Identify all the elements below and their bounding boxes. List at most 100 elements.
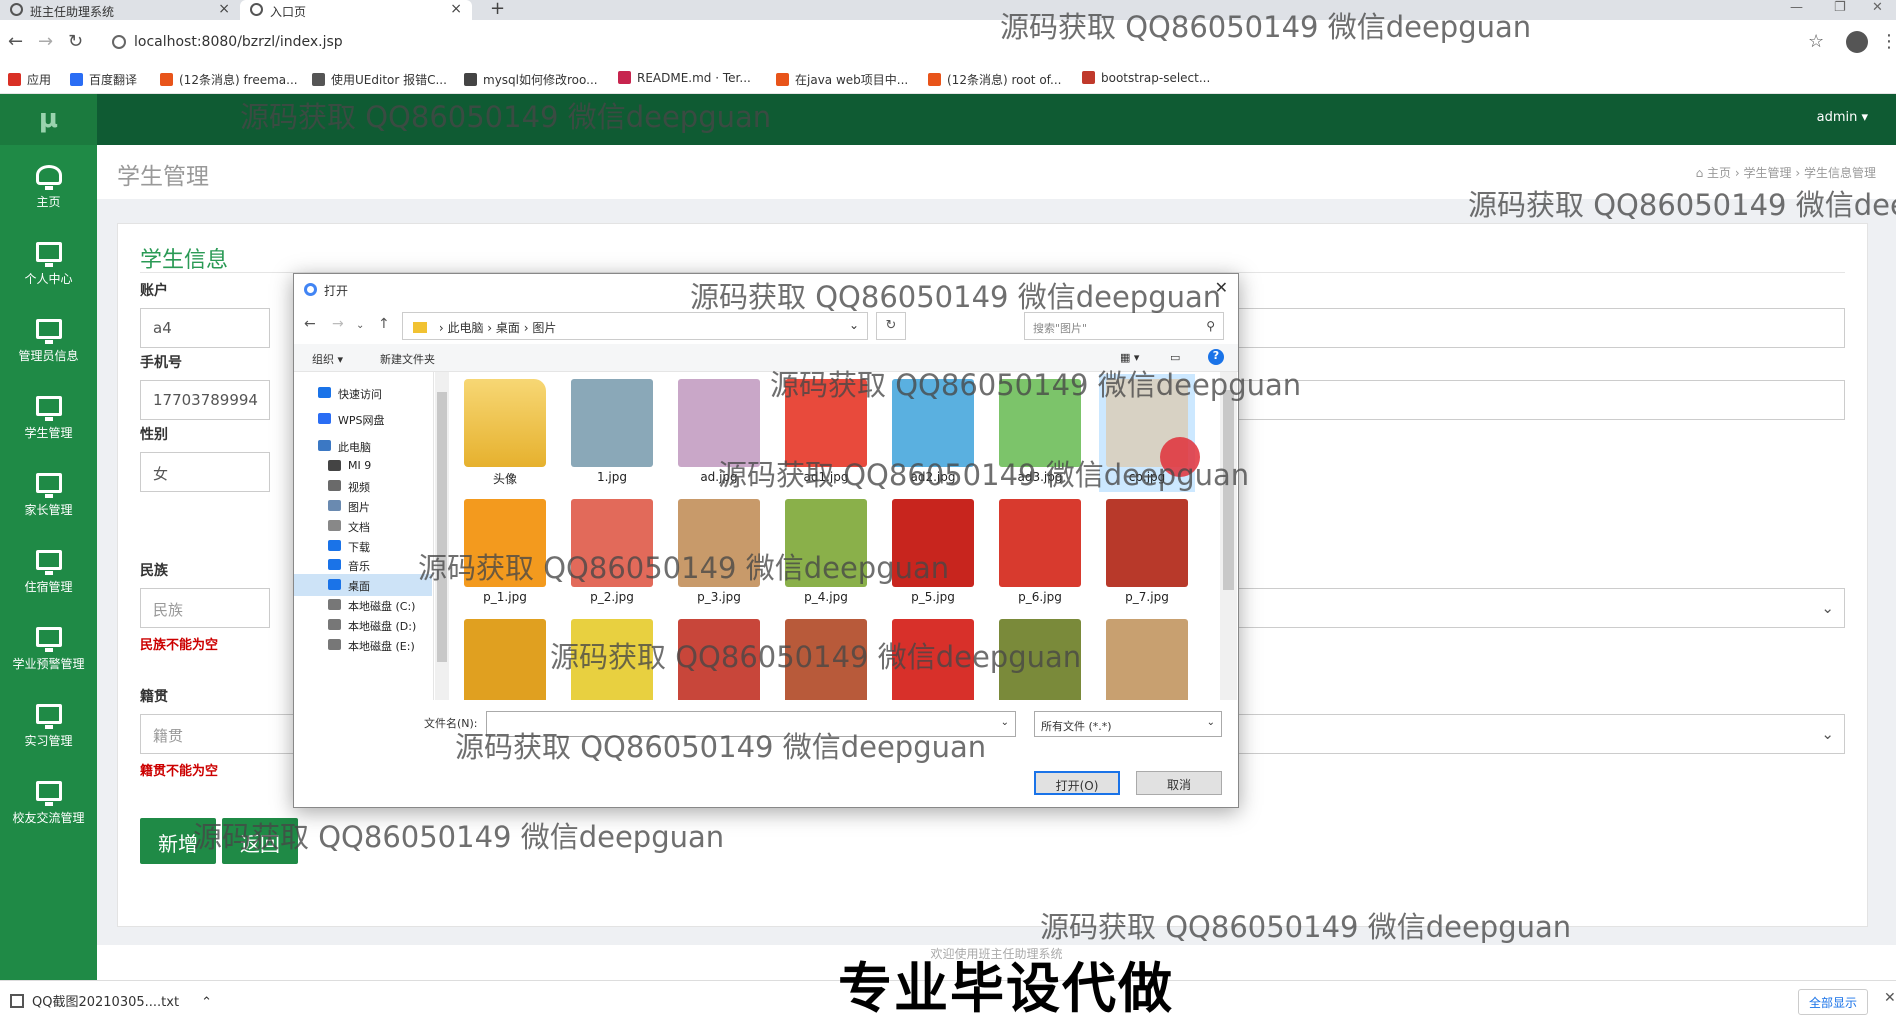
new-tab-button[interactable]: + <box>490 0 505 19</box>
bookmark-item[interactable]: README.md · Ter... <box>618 71 751 85</box>
file-item[interactable]: p_3.jpg <box>671 494 767 612</box>
sidebar-item[interactable]: 学生管理 <box>0 386 97 462</box>
sidebar-item[interactable]: 住宿管理 <box>0 540 97 616</box>
password-field[interactable] <box>1238 308 1845 348</box>
filetype-select[interactable]: 所有文件 (*.*) ⌄ <box>1034 711 1222 737</box>
bookmark-star-icon[interactable]: ☆ <box>1808 31 1824 52</box>
file-item[interactable] <box>885 614 981 700</box>
file-item[interactable]: ad3.jpg <box>992 374 1088 492</box>
back-icon[interactable]: ← <box>304 316 316 332</box>
tree-item[interactable]: MI 9 <box>294 455 432 477</box>
sidebar-item[interactable]: 主页 <box>0 155 97 231</box>
file-item[interactable]: ad1.jpg <box>778 374 874 492</box>
file-item[interactable]: p_4.jpg <box>778 494 874 612</box>
refresh-button[interactable]: ↻ <box>876 312 906 340</box>
close-icon[interactable]: ✕ <box>1215 278 1228 297</box>
sidebar-item[interactable]: 校友交流管理 <box>0 771 97 847</box>
file-item[interactable]: p_7.jpg <box>1099 494 1195 612</box>
file-item[interactable] <box>564 614 660 700</box>
sidebar-item[interactable]: 学业预警管理 <box>0 617 97 693</box>
tree-item[interactable]: 音乐 <box>294 554 432 576</box>
path-box[interactable]: › 此电脑 › 桌面 › 图片 ⌄ <box>402 312 868 340</box>
file-item[interactable]: p_1.jpg <box>457 494 553 612</box>
file-item[interactable]: 1.jpg <box>564 374 660 492</box>
help-icon[interactable]: ? <box>1208 349 1224 365</box>
filename-input[interactable]: ⌄ <box>486 711 1016 737</box>
bookmark-item[interactable]: (12条消息) freema... <box>160 71 298 88</box>
account-avatar-icon[interactable] <box>1846 31 1868 53</box>
tree-item[interactable]: 桌面 <box>294 574 432 596</box>
scrollbar-thumb[interactable] <box>437 392 447 662</box>
tab-class-assistant[interactable]: 班主任助理系统 × <box>0 0 240 20</box>
add-button[interactable]: 新增 <box>140 818 216 864</box>
organize-button[interactable]: 组织 ▾ <box>312 351 343 367</box>
close-icon[interactable]: × <box>218 1 230 17</box>
breadcrumb-students[interactable]: 学生管理 <box>1744 166 1792 180</box>
tree-item[interactable]: 图片 <box>294 495 432 517</box>
account-field[interactable]: a4 <box>140 308 270 348</box>
back-icon[interactable]: ← <box>8 31 23 52</box>
back-button[interactable]: 返回 <box>222 818 298 864</box>
name-field[interactable] <box>1238 380 1845 420</box>
restore-icon[interactable]: ❐ <box>1834 0 1846 15</box>
tree-item[interactable]: 本地磁盘 (C:) <box>294 594 432 616</box>
tree-item[interactable]: WPS网盘 <box>294 408 432 430</box>
url-field[interactable]: localhost:8080/bzrzl/index.jsp <box>100 27 1830 59</box>
file-item[interactable]: p_5.jpg <box>885 494 981 612</box>
folder-item[interactable]: 头像 <box>457 374 553 492</box>
forward-icon[interactable]: → <box>332 316 344 332</box>
chevron-down-icon[interactable]: ⌄ <box>1001 717 1009 728</box>
path-this-pc[interactable]: 此电脑 <box>447 321 483 335</box>
tree-item[interactable]: 快速访问 <box>294 382 432 404</box>
admin-menu[interactable]: admin ▾ <box>1817 110 1868 125</box>
file-item[interactable] <box>1099 614 1195 700</box>
search-input[interactable]: 搜索"图片" ⚲ <box>1024 312 1224 340</box>
tree-item[interactable]: 此电脑 <box>294 435 432 457</box>
close-icon[interactable]: × <box>450 1 462 17</box>
file-item[interactable] <box>457 614 553 700</box>
tree-scrollbar[interactable] <box>435 372 449 700</box>
bookmark-item[interactable]: mysql如何修改roo... <box>464 71 598 88</box>
file-item[interactable]: p_6.jpg <box>992 494 1088 612</box>
bookmark-item[interactable]: 在java web项目中... <box>776 71 908 88</box>
menu-dots-icon[interactable]: ⋮ <box>1880 31 1896 52</box>
close-window-icon[interactable]: ✕ <box>1872 0 1883 15</box>
chevron-down-icon[interactable]: ⌄ <box>849 318 859 332</box>
bookmark-item[interactable]: 百度翻译 <box>70 71 137 88</box>
tree-item[interactable]: 文档 <box>294 515 432 537</box>
close-icon[interactable]: ✕ <box>1884 990 1896 1006</box>
file-item[interactable]: p_2.jpg <box>564 494 660 612</box>
bookmark-item[interactable]: 使用UEditor 报错C... <box>312 71 447 88</box>
tree-item[interactable]: 本地磁盘 (D:) <box>294 614 432 636</box>
tab-entry-page[interactable]: 入口页 × <box>240 0 472 20</box>
path-desktop[interactable]: 桌面 <box>496 321 520 335</box>
sidebar-item[interactable]: 实习管理 <box>0 694 97 770</box>
up-icon[interactable]: ↑ <box>378 316 390 332</box>
grid-scrollbar[interactable] <box>1220 372 1237 700</box>
phone-field[interactable]: 17703789994 <box>140 380 270 420</box>
reload-icon[interactable]: ↻ <box>68 31 83 52</box>
tree-item[interactable]: 本地磁盘 (E:) <box>294 634 432 656</box>
gender-select[interactable]: 女 <box>140 452 270 492</box>
bookmark-item[interactable]: (12条消息) root of... <box>928 71 1061 88</box>
new-folder-button[interactable]: 新建文件夹 <box>380 351 435 367</box>
chevron-down-icon[interactable]: ⌄ <box>356 320 364 331</box>
open-button[interactable]: 打开(O) <box>1034 771 1120 795</box>
file-item[interactable] <box>671 614 767 700</box>
info-icon[interactable] <box>112 35 126 49</box>
bookmark-item[interactable]: bootstrap-select... <box>1082 71 1210 85</box>
file-item[interactable] <box>778 614 874 700</box>
sidebar-item[interactable]: 个人中心 <box>0 232 97 308</box>
forward-icon[interactable]: → <box>38 31 53 52</box>
chevron-up-icon[interactable]: ⌃ <box>201 995 212 1010</box>
cancel-button[interactable]: 取消 <box>1136 771 1222 795</box>
tree-item[interactable]: 视频 <box>294 475 432 497</box>
download-item[interactable]: QQ截图20210305....txt ⌃ <box>10 991 212 1010</box>
sidebar-item[interactable]: 家长管理 <box>0 463 97 539</box>
file-item[interactable] <box>992 614 1088 700</box>
scrollbar-thumb[interactable] <box>1223 390 1234 590</box>
path-pictures[interactable]: 图片 <box>532 321 556 335</box>
file-item[interactable]: ad.jpg <box>671 374 767 492</box>
minimize-icon[interactable]: — <box>1790 0 1803 15</box>
sidebar-item[interactable]: 管理员信息 <box>0 309 97 385</box>
